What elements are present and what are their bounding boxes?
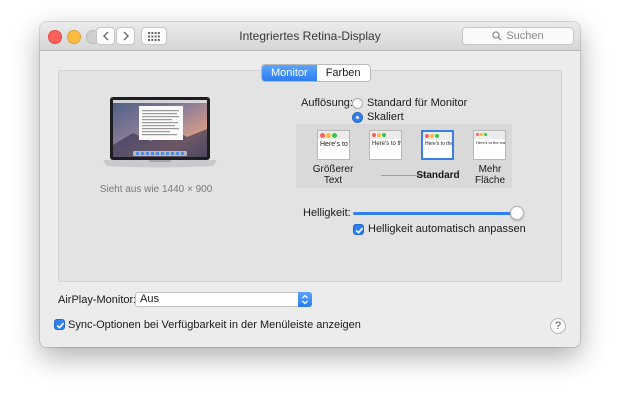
title-bar: Integriertes Retina-Display Suchen [40,22,580,51]
close-button[interactable] [48,30,62,44]
chevron-right-icon [123,31,129,41]
brightness-slider-track[interactable] [353,212,523,215]
radio-scaled-label[interactable]: Skaliert [367,111,404,123]
scale-label-standard: Standard [416,170,460,181]
scale-label-larger-text: Größerer Text [312,164,354,186]
thumb-text: Here's to the crazy ones. The misfits. T… [320,141,349,148]
tab-monitor[interactable]: Monitor [262,65,317,81]
forward-button[interactable] [116,27,135,45]
sync-options-label[interactable]: Sync-Optionen bei Verfügbarkeit in der M… [68,319,361,331]
resolution-caption: Sieht aus wie 1440 × 900 [99,184,213,195]
thumb-text: Here's to the crazy ones. The misfits. T… [425,141,454,147]
thumb-text: Here's to the crazy ones. The misfits. T… [372,141,401,147]
airplay-select[interactable]: Aus [135,292,312,307]
thumb-text: Here's to the crazy ones. The misfits. T… [476,140,506,145]
sync-options-checkbox[interactable] [54,319,65,330]
tab-control: Monitor Farben [261,64,371,82]
auto-brightness-checkbox[interactable] [353,224,364,235]
scale-option-more-space[interactable]: Here's to the crazy ones. The misfits. T… [473,130,506,160]
radio-standard[interactable] [352,98,363,109]
search-field[interactable]: Suchen [462,27,574,45]
airplay-label: AirPlay-Monitor: [58,294,137,306]
help-button[interactable]: ? [550,318,566,334]
checkmark-icon [56,322,65,329]
updown-arrows-icon [302,294,308,305]
minimize-button[interactable] [67,30,81,44]
show-all-button[interactable] [141,27,167,45]
scale-options: Here's to the crazy ones. The misfits. T… [296,124,512,188]
auto-brightness-label[interactable]: Helligkeit automatisch anpassen [368,223,526,235]
radio-scaled[interactable] [352,112,363,123]
preferences-window: Integriertes Retina-Display Suchen Monit… [40,22,580,347]
airplay-value: Aus [140,293,159,305]
laptop-image [103,97,217,168]
chevron-left-icon [102,31,108,41]
search-icon [492,31,502,41]
resolution-label: Auflösung: [301,97,353,109]
scale-label-more-space: Mehr Fläche [474,164,505,186]
scale-option-2[interactable]: Here's to the crazy ones. The misfits. T… [369,130,402,160]
select-arrow-button[interactable] [298,292,312,307]
brightness-slider-knob[interactable] [510,206,524,220]
back-button[interactable] [96,27,115,45]
checkmark-icon [355,227,364,234]
grid-icon [148,31,160,41]
tab-farben[interactable]: Farben [317,65,370,81]
search-placeholder: Suchen [506,30,544,42]
scale-option-larger-text[interactable]: Here's to the crazy ones. The misfits. T… [317,130,350,160]
radio-standard-label[interactable]: Standard für Monitor [367,97,467,109]
brightness-label: Helligkeit: [303,207,351,219]
scale-option-standard[interactable]: Here's to the crazy ones. The misfits. T… [421,130,454,160]
